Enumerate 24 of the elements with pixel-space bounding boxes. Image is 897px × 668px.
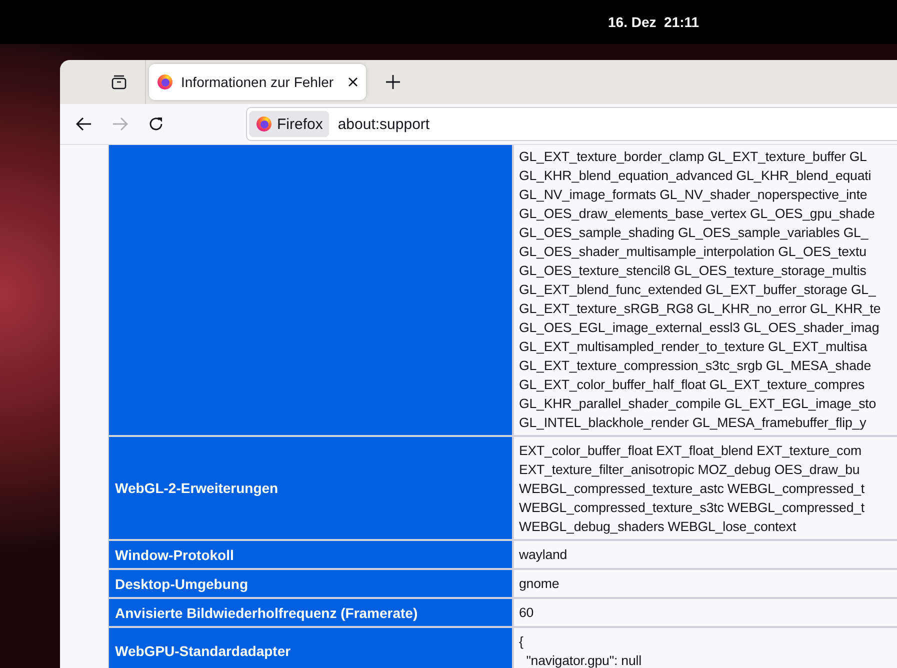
value-cell: GL_EXT_texture_border_clamp GL_EXT_texture_buffer GL GL_KHR_blend_equation_advanced GL_KHR_blend_equati GL_NV_image_formats GL_NV_shader_noperspective_inte GL_OES_draw_elements_base_vertex GL_OES_gpu_shade GL_OES_sample_shading GL_OES_sample_variables GL_ GL_OES_shader_multisample_interpolation GL_OES_textu GL_OES_texture_stencil8 GL_OES_texture_storage_multis GL_EXT_blend_func_extended GL_EXT_buffer_storage GL_ GL_EXT_texture_sRGB_RG8 GL_KHR_no_error GL_KHR_te GL_OES_EGL_image_external_essl3 GL_OES_shader_imag GL_EXT_multisampled_render_to_texture GL_EXT_multisa GL_EXT_texture_compression_s3tc_srgb GL_MESA_shade GL_EXT_color_buffer_half_float GL_EXT_texture_compres GL_KHR_parallel_shader_compile GL_EXT_EGL_image_sto GL_INTEL_blackhole_render GL_MESA_framebuffer_flip_y: [514, 145, 897, 435]
value-cell: { "navigator.gpu": null: [514, 628, 897, 668]
value-cell: EXT_color_buffer_float EXT_float_blend EXT_texture_com EXT_texture_filter_anisotropic MOZ_debug OES_draw_bu WEBGL_compressed_texture_astc WEBGL_compressed_t WEBGL_compressed_texture_s3tc WEBGL_compressed_t WEBGL_debug_shaders WEBGL_lose_context: [514, 437, 897, 539]
identity-button[interactable]: Firefox: [249, 111, 329, 137]
close-icon[interactable]: [348, 77, 358, 87]
row-label-cell: Desktop-Umgebung: [109, 570, 512, 597]
value-cell: gnome: [514, 570, 897, 597]
clock[interactable]: 16. Dez 21:11: [608, 14, 700, 30]
row-label-cell: Anvisierte Bildwiederholfrequenz (Framerate): [109, 599, 512, 626]
new-tab-icon[interactable]: [386, 75, 400, 89]
value-cell: wayland: [514, 541, 897, 568]
flame-globe-icon: [256, 116, 272, 132]
tab-list-icon[interactable]: [111, 74, 127, 90]
flame-globe-icon: [157, 74, 173, 90]
row-label-cell: Window-Protokoll: [109, 541, 512, 568]
tab-title: Informationen zur Fehler: [181, 74, 335, 90]
browser-tab[interactable]: Informationen zur Fehler: [149, 64, 366, 100]
address-bar[interactable]: Firefox about:support: [246, 107, 897, 141]
url-text[interactable]: about:support: [338, 116, 430, 132]
back-icon[interactable]: [76, 116, 92, 132]
row-label-cell: WebGL-2-Erweiterungen: [109, 437, 512, 539]
row-label-cell: WebGPU-Standardadapter: [109, 628, 512, 668]
reload-icon[interactable]: [148, 116, 164, 132]
value-cell: 60: [514, 599, 897, 626]
